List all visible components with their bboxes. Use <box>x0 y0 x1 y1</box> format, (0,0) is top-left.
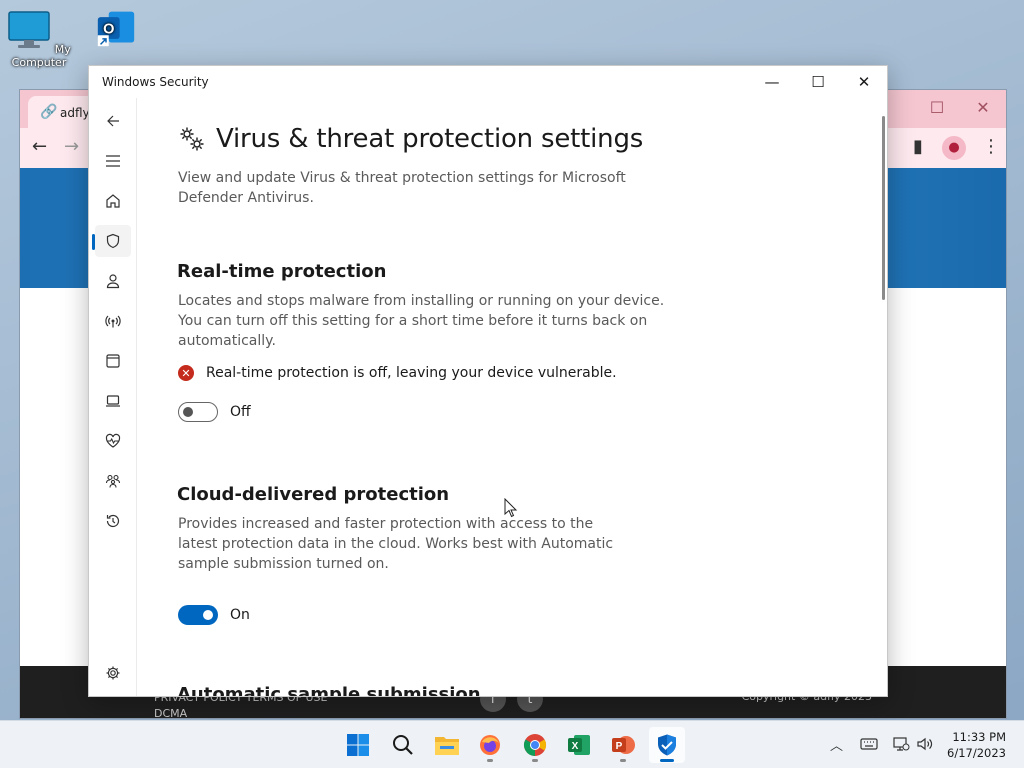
taskbar: X P ︿ 11:33 PM 6/17/2023 <box>0 720 1024 768</box>
more-menu-icon[interactable]: ⋮ <box>982 136 1000 157</box>
taskbar-powerpoint[interactable]: P <box>605 727 641 763</box>
back-arrow-icon <box>107 115 119 127</box>
sample-submission-heading: Automatic sample submission <box>177 684 481 696</box>
outlook-icon: O <box>97 11 135 47</box>
sidebar-icon[interactable]: ▮ <box>913 136 923 157</box>
footer-link-dcma[interactable]: DCMA <box>154 706 328 718</box>
taskbar-file-explorer[interactable] <box>429 727 465 763</box>
nav-firewall[interactable] <box>95 305 131 337</box>
hamburger-icon <box>106 155 120 167</box>
realtime-warning-text: Real-time protection is off, leaving you… <box>206 365 617 381</box>
realtime-protection-description: Locates and stops malware from installin… <box>178 293 665 349</box>
nav-account-protection[interactable] <box>95 265 131 297</box>
windows-logo-icon <box>347 734 369 756</box>
monitor-icon <box>8 11 50 48</box>
browser-close-button[interactable]: ✕ <box>960 94 1006 122</box>
windows-security-window: Windows Security — ☐ ✕ Virus & threat pr… <box>88 65 888 697</box>
nav-app-browser-control[interactable] <box>95 345 131 377</box>
cloud-toggle-row: On <box>178 605 250 625</box>
page-title: Virus & threat protection settings <box>216 124 644 154</box>
nav-virus-protection[interactable] <box>92 225 131 257</box>
realtime-toggle-row: Off <box>178 402 251 422</box>
history-icon <box>106 514 120 528</box>
taskbar-firefox[interactable] <box>472 727 508 763</box>
folder-icon <box>435 737 459 755</box>
taskbar-windows-security[interactable] <box>649 727 685 763</box>
forward-arrow-icon[interactable]: → <box>64 136 79 157</box>
toggle-knob <box>183 407 193 417</box>
excel-icon: X <box>568 735 590 755</box>
network-status-icon[interactable] <box>892 736 910 752</box>
close-button[interactable]: ✕ <box>841 66 887 98</box>
window-title: Windows Security <box>102 75 209 89</box>
running-indicator <box>620 759 626 762</box>
running-indicator <box>660 759 674 762</box>
running-indicator <box>532 759 538 762</box>
browser-tab-title: adfly <box>60 106 90 120</box>
realtime-protection-toggle[interactable] <box>178 402 218 422</box>
browser-maximize-button[interactable]: ☐ <box>914 94 960 122</box>
realtime-toggle-label: Off <box>230 404 251 420</box>
nav-back[interactable] <box>95 105 131 137</box>
firefox-icon <box>480 735 500 755</box>
nav-settings[interactable] <box>95 657 131 689</box>
maximize-button[interactable]: ☐ <box>795 66 841 98</box>
nav-home[interactable] <box>95 185 131 217</box>
nav-device-security[interactable] <box>95 385 131 417</box>
powerpoint-icon: P <box>612 736 635 754</box>
person-icon <box>106 274 120 289</box>
title-bar: Windows Security — ☐ ✕ <box>89 66 887 98</box>
home-icon <box>106 194 120 208</box>
nav-menu[interactable] <box>95 145 131 177</box>
profile-icon[interactable]: ● <box>942 136 966 160</box>
taskbar-search[interactable] <box>385 727 421 763</box>
taskbar-excel[interactable]: X <box>561 727 597 763</box>
shield-icon <box>106 233 120 249</box>
realtime-protection-heading: Real-time protection <box>177 261 387 282</box>
chrome-icon <box>524 734 546 756</box>
desktop-icon-outlook[interactable]: O <box>78 8 154 54</box>
cloud-protection-description: Provides increased and faster protection… <box>178 516 614 572</box>
shield-icon <box>658 734 676 756</box>
laptop-icon <box>106 395 120 407</box>
family-icon <box>105 474 121 488</box>
running-indicator <box>487 759 493 762</box>
minimize-button[interactable]: — <box>749 66 795 98</box>
nav-protection-history[interactable] <box>95 505 131 537</box>
volume-icon[interactable] <box>916 736 934 752</box>
page-description: View and update Virus & threat protectio… <box>178 170 626 206</box>
page-header: Virus & threat protection settings <box>178 124 643 154</box>
svg-text:X: X <box>572 741 579 752</box>
nav-family-options[interactable] <box>95 465 131 497</box>
desktop-icon-my-computer[interactable]: My Computer <box>1 10 77 69</box>
svg-text:O: O <box>103 21 114 37</box>
show-hidden-icons-chevron-icon[interactable]: ︿ <box>830 735 843 754</box>
clock-time: 11:33 PM <box>952 730 1006 744</box>
network-icon <box>105 315 121 328</box>
realtime-warning: ✕ Real-time protection is off, leaving y… <box>178 365 617 381</box>
navigation-pane <box>89 98 137 696</box>
error-icon: ✕ <box>178 365 194 381</box>
mouse-cursor-icon <box>504 498 518 518</box>
cloud-protection-heading: Cloud-delivered protection <box>177 484 450 505</box>
browser-window-icon <box>106 354 120 368</box>
toggle-knob <box>203 610 213 620</box>
taskbar-start[interactable] <box>340 727 376 763</box>
clock-date: 6/17/2023 <box>947 746 1006 760</box>
settings-content: Virus & threat protection settings View … <box>138 98 875 696</box>
search-icon <box>393 735 413 755</box>
svg-text:P: P <box>616 741 623 752</box>
scrollbar[interactable] <box>882 116 885 300</box>
back-arrow-icon[interactable]: ← <box>32 136 47 157</box>
cloud-protection-toggle[interactable] <box>178 605 218 625</box>
taskbar-chrome[interactable] <box>517 727 553 763</box>
cloud-toggle-label: On <box>230 607 250 623</box>
nav-device-performance[interactable] <box>95 425 131 457</box>
gears-icon <box>180 127 204 151</box>
gear-icon <box>106 666 120 680</box>
heart-pulse-icon <box>105 433 121 448</box>
link-icon: 🔗 <box>40 104 58 120</box>
system-clock[interactable]: 11:33 PM 6/17/2023 <box>947 729 1006 761</box>
keyboard-icon[interactable] <box>860 737 878 751</box>
